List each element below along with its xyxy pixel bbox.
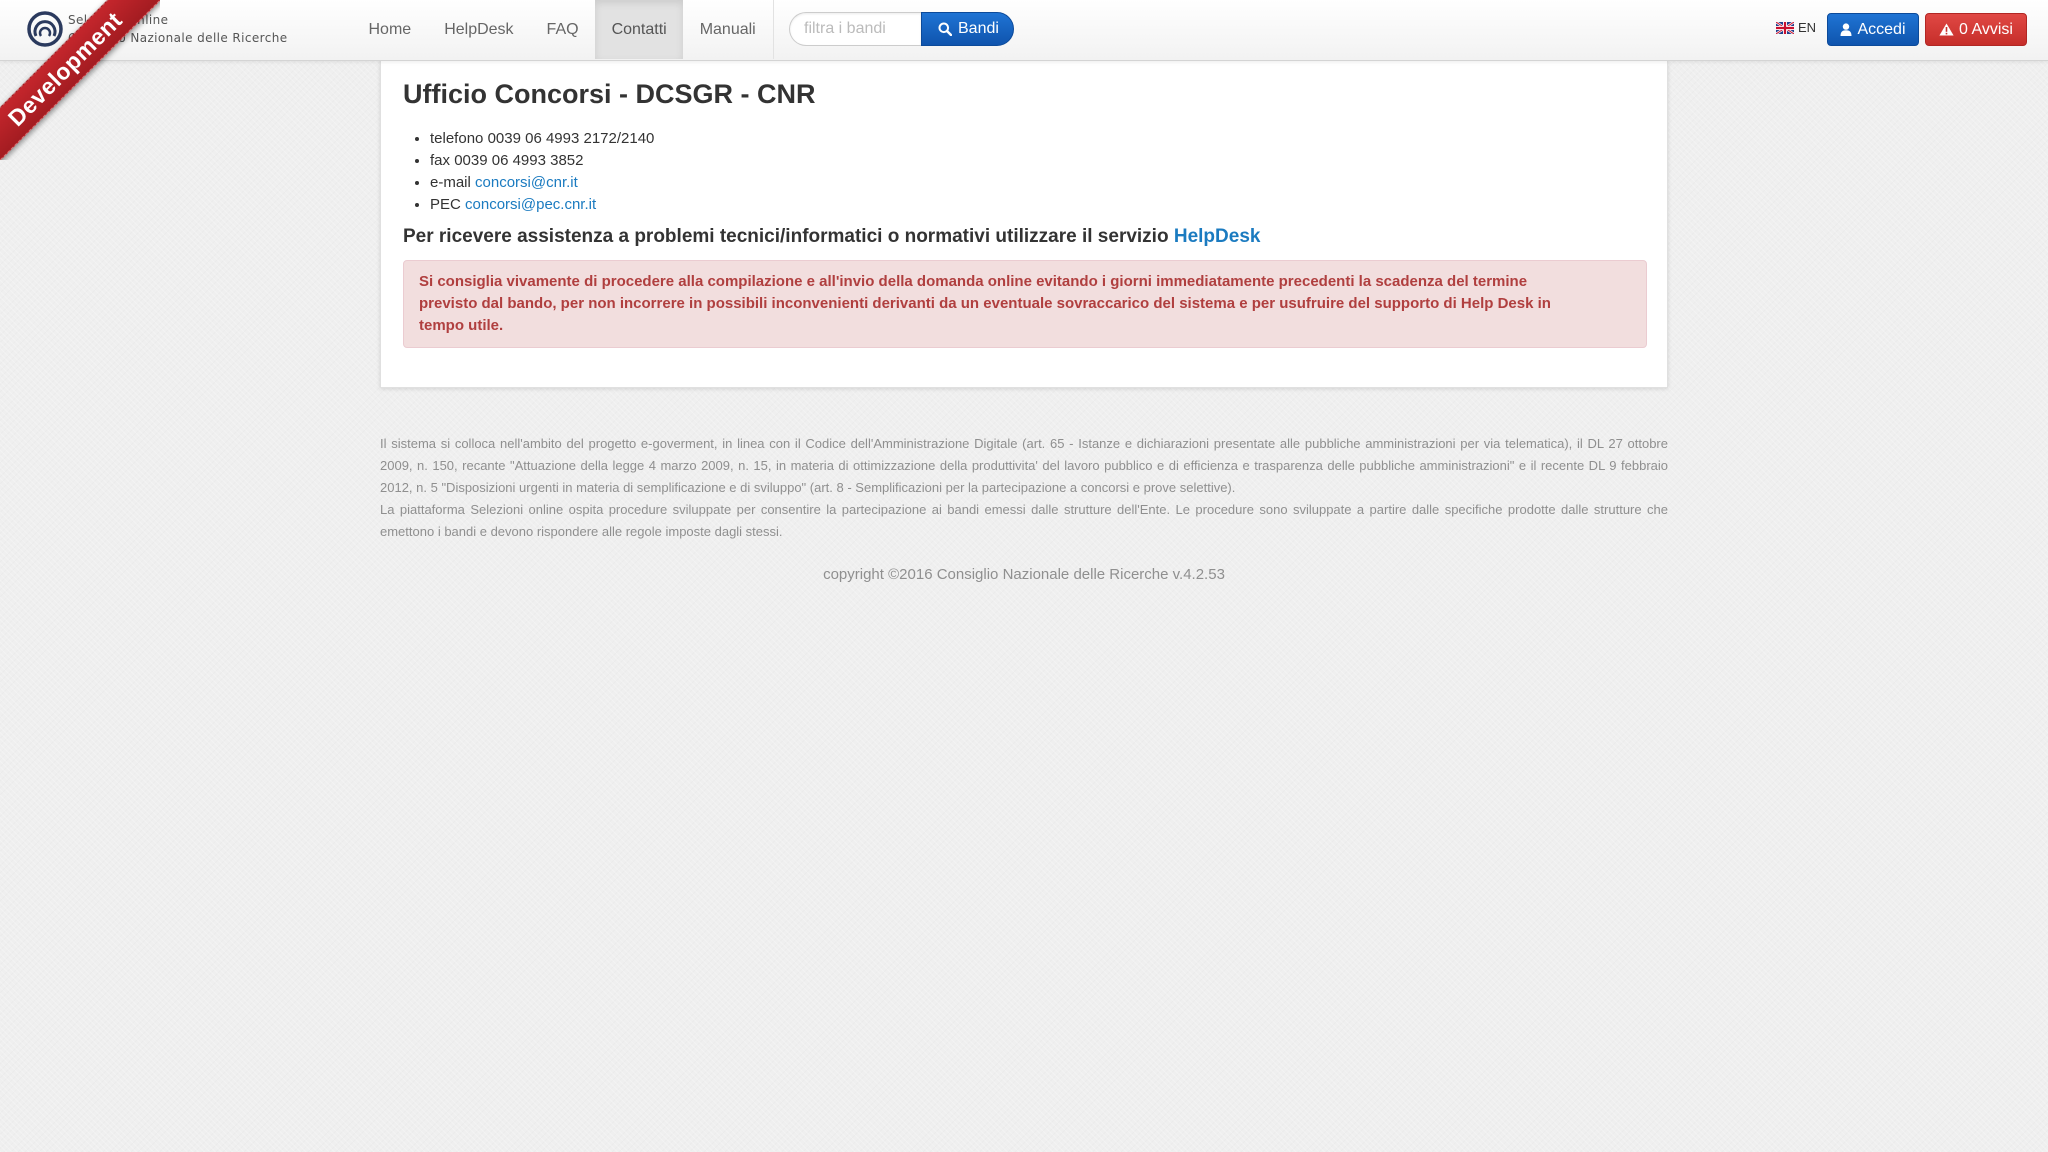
fax-prefix: fax [430, 152, 451, 169]
deadline-warning-alert: Si consiglia vivamente di procedere alla… [403, 260, 1647, 348]
nav-item-manuali[interactable]: Manuali [683, 0, 772, 59]
email-prefix: e-mail [430, 174, 471, 191]
nav-item-home[interactable]: Home [352, 0, 428, 59]
contacts-list: telefono 0039 06 4993 2172/2140 fax 0039… [409, 128, 654, 216]
bandi-button-label: Bandi [958, 20, 999, 37]
language-switch[interactable]: EN [1776, 20, 1816, 35]
footer-description: Il sistema si colloca nell'ambito del pr… [380, 433, 1668, 543]
pec-prefix: PEC [430, 196, 461, 213]
nav-item-faq[interactable]: FAQ [530, 0, 595, 59]
brand-subtitle: Consiglio Nazionale delle Ricerche [68, 31, 288, 45]
helpdesk-link[interactable]: HelpDesk [1174, 226, 1261, 247]
top-navbar: Selezioni online Consiglio Nazionale del… [0, 0, 2048, 61]
nav-divider [773, 0, 774, 59]
cnr-logo-icon [27, 11, 63, 47]
email-link[interactable]: concorsi@cnr.it [475, 174, 578, 191]
bandi-search-button[interactable]: Bandi [921, 12, 1014, 46]
uk-flag-icon [1776, 21, 1794, 34]
footer-paragraph-legal: Il sistema si colloca nell'ambito del pr… [380, 436, 1668, 495]
list-item-fax: fax 0039 06 4993 3852 [430, 150, 654, 172]
login-label: Accedi [1857, 20, 1906, 38]
bandi-search-form: Bandi [789, 12, 1014, 46]
contacts-panel: Ufficio Concorsi - DCSGR - CNR telefono … [380, 60, 1668, 388]
list-item-pec: PEC concorsi@pec.cnr.it [430, 194, 654, 216]
assistance-text: Per ricevere assistenza a problemi tecni… [403, 226, 1169, 247]
phone-value: 0039 06 4993 2172/2140 [487, 130, 655, 147]
assistance-heading: Per ricevere assistenza a problemi tecni… [403, 226, 1260, 248]
list-item-phone: telefono 0039 06 4993 2172/2140 [430, 128, 654, 150]
alerts-label: 0 Avvisi [1959, 20, 2013, 38]
user-icon [1840, 23, 1852, 36]
footer-paragraph-platform: La piattaforma Selezioni online ospita p… [380, 502, 1668, 539]
search-icon [938, 22, 952, 36]
bandi-filter-input[interactable] [789, 12, 921, 46]
nav-item-helpdesk[interactable]: HelpDesk [428, 0, 530, 59]
phone-prefix: telefono [430, 130, 484, 147]
main-nav: Home HelpDesk FAQ Contatti Manuali [352, 0, 772, 59]
brand-title: Selezioni online [68, 13, 169, 27]
language-label: EN [1798, 20, 1817, 35]
brand-logo-link[interactable]: Selezioni online Consiglio Nazionale del… [26, 10, 288, 50]
page-title: Ufficio Concorsi - DCSGR - CNR [403, 79, 816, 109]
footer-copyright: copyright ©2016 Consiglio Nazionale dell… [823, 566, 1225, 583]
pec-link[interactable]: concorsi@pec.cnr.it [465, 196, 596, 213]
alerts-button[interactable]: 0 Avvisi [1925, 13, 2027, 46]
nav-item-contatti[interactable]: Contatti [595, 0, 684, 59]
login-button[interactable]: Accedi [1827, 13, 1919, 46]
list-item-email: e-mail concorsi@cnr.it [430, 172, 654, 194]
warning-icon [1939, 23, 1954, 36]
fax-value: 0039 06 4993 3852 [454, 152, 584, 169]
